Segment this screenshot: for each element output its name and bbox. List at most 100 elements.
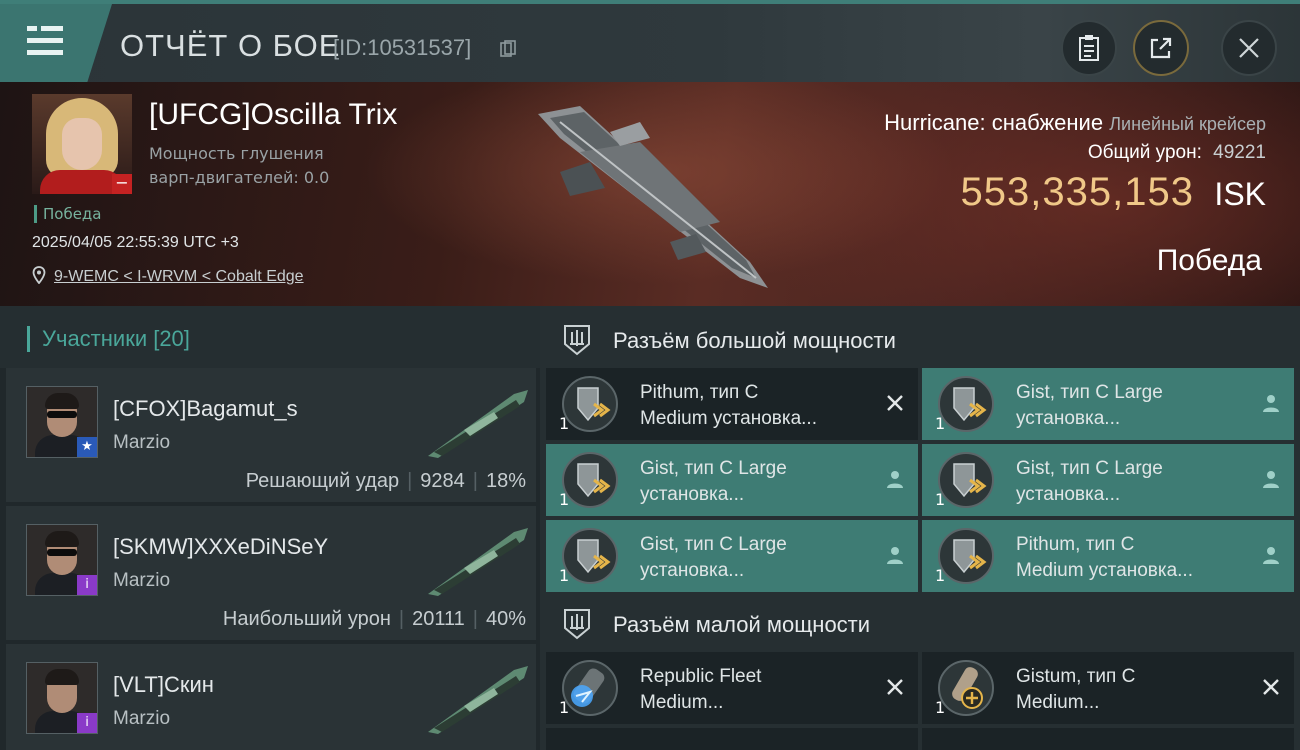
module-name: Gistum, тип C Medium... — [1016, 666, 1136, 713]
participant-ship-icon — [428, 528, 528, 596]
module-name: Pithum, тип C Medium установка... — [640, 382, 817, 429]
close-button[interactable] — [1221, 20, 1277, 76]
isk-amount: 553,335,153 — [960, 170, 1194, 214]
module-quantity: 1 — [559, 414, 570, 433]
destroyed-icon — [887, 395, 903, 411]
fitting-panel: Разъём большой мощности 1 Pithum, тип C … — [540, 306, 1300, 750]
module-slot[interactable]: 1 Gistum, тип C Medium... — [922, 652, 1294, 724]
dropped-person-icon — [887, 547, 903, 564]
participants-panel: Участники [20] ★ [CFOX]Bagamut_s Marzio … — [0, 306, 540, 750]
module-name: Gist, тип C Large установка... — [1016, 382, 1163, 429]
participant-percent: 18% — [485, 470, 526, 492]
high-slots-title: Разъём большой мощности — [613, 328, 896, 353]
participant-row[interactable]: i [SKMW]XXXeDiNSeY Marzio Наибольший уро… — [6, 506, 536, 640]
victim-summary: − [UFCG]Oscilla Trix Мощность глушения в… — [0, 82, 1300, 306]
participant-ship-icon — [428, 390, 528, 458]
participant-ship: Marzio — [113, 708, 171, 729]
dropped-person-icon — [1263, 395, 1279, 412]
status-badge: Победа — [34, 205, 102, 223]
module-slot[interactable]: 1 Gist, тип C Large установка... — [546, 520, 918, 592]
low-slots-header: Разъём малой мощности — [540, 594, 1300, 652]
info-icon: i — [77, 575, 97, 595]
module-name: Gist, тип C Large установка... — [1016, 458, 1163, 505]
participant-name: [CFOX]Bagamut_s — [113, 396, 298, 421]
location-pin-icon — [32, 266, 46, 284]
destroyed-icon — [1263, 679, 1279, 695]
low-slots-title: Разъём малой мощности — [613, 612, 871, 637]
ship-name[interactable]: Hurricane: снабжение — [884, 110, 1103, 135]
participant-stats: Решающий удар | 9284 | 18% — [245, 470, 526, 492]
info-icon: i — [77, 713, 97, 733]
module-quantity: 1 — [559, 698, 570, 717]
participants-header[interactable]: Участники [20] — [0, 306, 540, 368]
isk-value: 553,335,153 ISK — [961, 170, 1266, 215]
avatar: i — [26, 662, 98, 734]
module-slot[interactable] — [546, 728, 918, 750]
module-name: Pithum, тип C Medium установка... — [1016, 534, 1193, 581]
destroyed-icon — [887, 679, 903, 695]
close-icon — [1239, 38, 1259, 58]
menu-button[interactable] — [0, 4, 112, 82]
page-title: ОТЧЁТ О БОЕ — [120, 28, 341, 63]
module-name: Gist, тип C Large установка... — [640, 458, 787, 505]
module-quantity: 1 — [559, 566, 570, 585]
dropped-person-icon — [1263, 471, 1279, 488]
victim-portrait[interactable]: − — [32, 94, 132, 194]
participant-name: [SKMW]XXXeDiNSeY — [113, 534, 329, 559]
participant-stats: Наибольший урон | 20111 | 40% — [222, 608, 526, 630]
low-slot-icon — [564, 609, 590, 640]
module-name: Gist, тип C Large установка... — [640, 534, 787, 581]
total-damage-label: Общий урон: — [1087, 142, 1202, 163]
participant-row[interactable]: i [VLT]Скин Marzio — [6, 644, 536, 750]
dropped-person-icon — [887, 471, 903, 488]
participant-name: [VLT]Скин — [113, 672, 214, 697]
total-damage-value: 49221 — [1213, 142, 1266, 163]
module-quantity: 1 — [935, 698, 946, 717]
high-slot-icon — [564, 325, 590, 356]
participant-role: Наибольший урон — [222, 608, 391, 630]
kill-datetime: 2025/04/05 22:55:39 UTC +3 — [32, 234, 239, 251]
module-slot[interactable]: 1 Pithum, тип C Medium установка... — [922, 520, 1294, 592]
share-button[interactable] — [1133, 20, 1189, 76]
top-bar: ОТЧЁТ О БОЕ [ID:10531537] — [0, 0, 1300, 82]
victim-name[interactable]: [UFCG]Oscilla Trix — [149, 98, 397, 132]
module-slot[interactable]: 1 Pithum, тип C Medium установка... — [546, 368, 918, 440]
participant-row[interactable]: ★ [CFOX]Bagamut_s Marzio Решающий удар | 9… — [6, 368, 536, 502]
location-link[interactable]: 9-WEMC < I-WRVM < Cobalt Edge — [54, 268, 304, 286]
module-name: Republic Fleet Medium... — [640, 666, 762, 713]
module-quantity: 1 — [935, 566, 946, 585]
module-slot[interactable]: 1 Gist, тип C Large установка... — [922, 368, 1294, 440]
ship-class: Линейный крейсер — [1109, 114, 1266, 134]
participant-ship-icon — [428, 666, 528, 734]
warp-jam-strength: Мощность глушения варп-двигателей: 0.0 — [149, 144, 330, 187]
module-slot[interactable]: 1 Republic Fleet Medium... — [546, 652, 918, 724]
share-icon — [1150, 37, 1172, 59]
total-damage: Общий урон: 49221 — [1088, 142, 1266, 164]
dropped-person-icon — [1263, 547, 1279, 564]
avatar: ★ — [26, 386, 98, 458]
star-icon: ★ — [77, 437, 97, 457]
module-slot[interactable] — [922, 728, 1294, 750]
victim-ship-image — [538, 106, 768, 288]
participant-ship: Marzio — [113, 570, 171, 591]
participant-percent: 40% — [485, 608, 526, 630]
module-quantity: 1 — [935, 414, 946, 433]
battle-result: Победа — [1156, 244, 1262, 277]
module-quantity: 1 — [935, 490, 946, 509]
participants-title: Участники [20] — [27, 326, 190, 352]
copy-icon[interactable] — [500, 40, 516, 58]
avatar: i — [26, 524, 98, 596]
participant-damage: 20111 — [412, 608, 465, 630]
high-slots-header: Разъём большой мощности — [540, 310, 1300, 368]
corp-badge-icon: − — [112, 174, 132, 194]
module-slot[interactable]: 1 Gist, тип C Large установка... — [546, 444, 918, 516]
participant-damage: 9284 — [420, 470, 465, 492]
module-slot[interactable]: 1 Gist, тип C Large установка... — [922, 444, 1294, 516]
clipboard-icon — [1079, 35, 1099, 61]
clipboard-button[interactable] — [1061, 20, 1117, 76]
report-id: [ID:10531537] — [333, 35, 472, 60]
module-quantity: 1 — [559, 490, 570, 509]
participant-ship: Marzio — [113, 432, 171, 453]
ship-type: Hurricane: снабжение Линейный крейсер — [884, 110, 1266, 136]
isk-unit: ISK — [1214, 176, 1266, 212]
